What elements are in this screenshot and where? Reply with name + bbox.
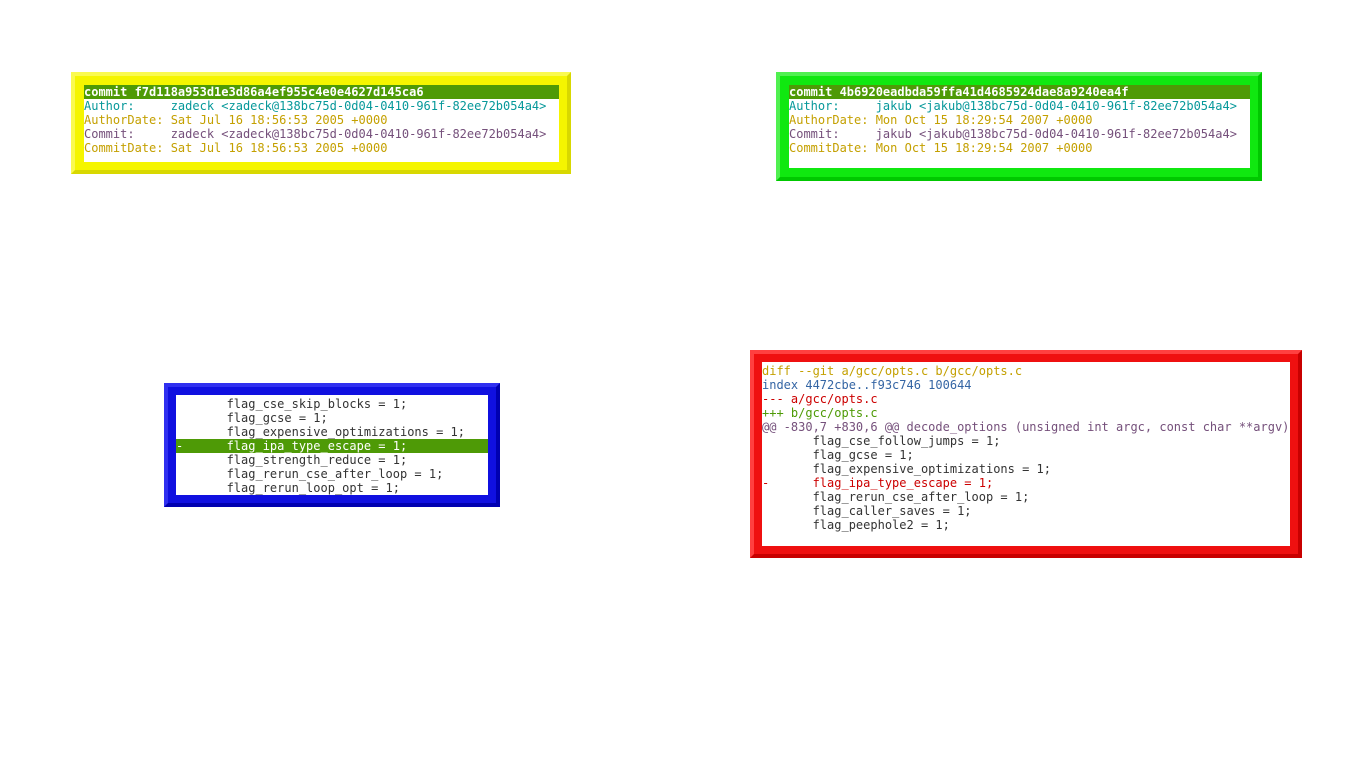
diff-header-line: diff --git a/gcc/opts.c b/gcc/opts.c bbox=[762, 364, 1023, 378]
diff-context-line: flag_peephole2 = 1; bbox=[762, 518, 950, 532]
author-line: Author: zadeck <zadeck@138bc75d-0d04-041… bbox=[84, 99, 547, 113]
diff-context-line: flag_expensive_optimizations = 1; bbox=[762, 462, 1051, 476]
red-diff-view[interactable]: diff --git a/gcc/opts.c b/gcc/opts.c ind… bbox=[762, 362, 1290, 546]
code-line: flag_strength_reduce = 1; bbox=[176, 453, 408, 467]
commit-date-line: CommitDate: Sat Jul 16 18:56:53 2005 +00… bbox=[84, 141, 388, 155]
diff-context-line: flag_rerun_cse_after_loop = 1; bbox=[762, 490, 1030, 504]
code-line: flag_rerun_cse_after_loop = 1; bbox=[176, 467, 444, 481]
commit-hash-line: commit f7d118a953d1e3d86a4ef955c4e0e4627… bbox=[84, 85, 559, 99]
blue-code-view[interactable]: flag_cse_skip_blocks = 1; flag_gcse = 1;… bbox=[176, 395, 488, 495]
author-line: Author: jakub <jakub@138bc75d-0d04-0410-… bbox=[789, 99, 1237, 113]
author-date-line: AuthorDate: Sat Jul 16 18:56:53 2005 +00… bbox=[84, 113, 388, 127]
commit-hash-line: commit 4b6920eadbda59ffa41d4685924dae8a9… bbox=[789, 85, 1250, 99]
diff-removed-line: - flag_ipa_type_escape = 1; bbox=[762, 476, 994, 490]
code-line: flag_expensive_optimizations = 1; bbox=[176, 425, 465, 439]
committer-line: Commit: jakub <jakub@138bc75d-0d04-0410-… bbox=[789, 127, 1237, 141]
diff-context-line: flag_cse_follow_jumps = 1; bbox=[762, 434, 1001, 448]
diff-context-line: flag_caller_saves = 1; bbox=[762, 504, 972, 518]
code-line: flag_gcse = 1; bbox=[176, 411, 328, 425]
diff-new-file-line: +++ b/gcc/opts.c bbox=[762, 406, 878, 420]
code-line: flag_rerun_loop_opt = 1; bbox=[176, 481, 400, 495]
commit-date-line: CommitDate: Mon Oct 15 18:29:54 2007 +00… bbox=[789, 141, 1093, 155]
diff-context-line: flag_gcse = 1; bbox=[762, 448, 914, 462]
committer-line: Commit: zadeck <zadeck@138bc75d-0d04-041… bbox=[84, 127, 547, 141]
yellow-commit-view[interactable]: commit f7d118a953d1e3d86a4ef955c4e0e4627… bbox=[84, 85, 559, 162]
diff-index-line: index 4472cbe..f93c746 100644 bbox=[762, 378, 972, 392]
green-commit-view[interactable]: commit 4b6920eadbda59ffa41d4685924dae8a9… bbox=[789, 85, 1250, 168]
removed-code-line-selected: - flag_ipa_type_escape = 1; bbox=[176, 439, 488, 453]
author-date-line: AuthorDate: Mon Oct 15 18:29:54 2007 +00… bbox=[789, 113, 1093, 127]
code-line: flag_cse_skip_blocks = 1; bbox=[176, 397, 408, 411]
diff-old-file-line: --- a/gcc/opts.c bbox=[762, 392, 878, 406]
diff-hunk-header-line: @@ -830,7 +830,6 @@ decode_options (unsi… bbox=[762, 420, 1290, 434]
